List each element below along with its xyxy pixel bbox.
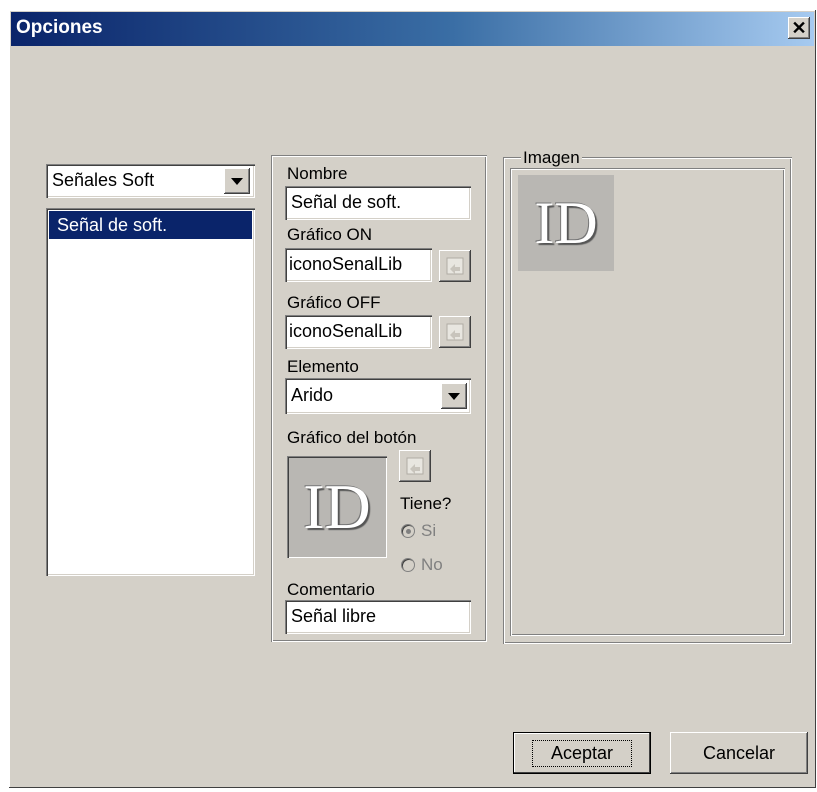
dropdown-arrow-icon xyxy=(231,177,243,185)
grafico-off-input[interactable]: iconoSenalLib xyxy=(285,315,432,349)
title-bar[interactable]: Opciones ✕ xyxy=(11,12,814,46)
grafico-off-label: Gráfico OFF xyxy=(287,293,381,312)
grafico-off-browse-button[interactable] xyxy=(439,316,471,348)
elemento-label: Elemento xyxy=(287,357,359,376)
category-dropdown-value: Señales Soft xyxy=(52,170,155,190)
window-title: Opciones xyxy=(16,17,103,38)
comentario-input[interactable]: Señal libre xyxy=(285,600,471,634)
boton-image-preview: ID xyxy=(287,456,387,558)
browse-file-icon xyxy=(446,323,464,341)
radio-si[interactable]: Si xyxy=(401,521,436,541)
browse-file-icon xyxy=(446,257,464,275)
dropdown-arrow-icon xyxy=(448,392,460,400)
grafico-on-value: iconoSenalLib xyxy=(289,254,403,274)
radio-no-circle xyxy=(401,558,415,572)
boton-browse-button[interactable] xyxy=(399,450,431,482)
radio-no[interactable]: No xyxy=(401,555,443,575)
nombre-input[interactable]: Señal de soft. xyxy=(285,186,471,220)
imagen-preview: ID xyxy=(518,175,614,271)
elemento-value: Arido xyxy=(291,385,334,405)
nombre-label: Nombre xyxy=(287,164,348,183)
grafico-off-value: iconoSenalLib xyxy=(289,321,403,341)
grafico-boton-label: Gráfico del botón xyxy=(287,428,417,447)
cancelar-label: Cancelar xyxy=(702,742,776,763)
close-button[interactable]: ✕ xyxy=(788,17,810,39)
category-dropdown-button[interactable] xyxy=(224,168,250,194)
elemento-dropdown-button[interactable] xyxy=(441,383,467,409)
grafico-on-label: Gráfico ON xyxy=(287,225,373,244)
aceptar-label: Aceptar xyxy=(531,739,633,767)
radio-dot xyxy=(405,528,411,534)
signal-list[interactable]: Señal de soft. xyxy=(46,208,255,576)
nombre-value: Señal de soft. xyxy=(291,192,402,212)
id-image-icon: ID xyxy=(303,471,371,542)
browse-file-icon xyxy=(406,457,424,475)
tiene-label: Tiene? xyxy=(400,494,452,513)
cancelar-button[interactable]: Cancelar xyxy=(670,732,808,774)
radio-si-label: Si xyxy=(421,521,437,540)
aceptar-button[interactable]: Aceptar xyxy=(513,732,651,774)
list-item[interactable]: Señal de soft. xyxy=(49,211,252,239)
list-item-label: Señal de soft. xyxy=(57,215,168,235)
comentario-value: Señal libre xyxy=(291,606,377,626)
options-dialog: Opciones ✕ Señales Soft Señal de soft. N… xyxy=(9,10,816,788)
radio-no-label: No xyxy=(421,555,443,574)
id-image-icon: ID xyxy=(534,189,598,256)
comentario-label: Comentario xyxy=(287,580,375,599)
radio-si-circle xyxy=(401,524,415,538)
grafico-on-browse-button[interactable] xyxy=(439,250,471,282)
imagen-label: Imagen xyxy=(521,148,582,168)
close-icon: ✕ xyxy=(791,18,807,38)
grafico-on-input[interactable]: iconoSenalLib xyxy=(285,248,432,282)
